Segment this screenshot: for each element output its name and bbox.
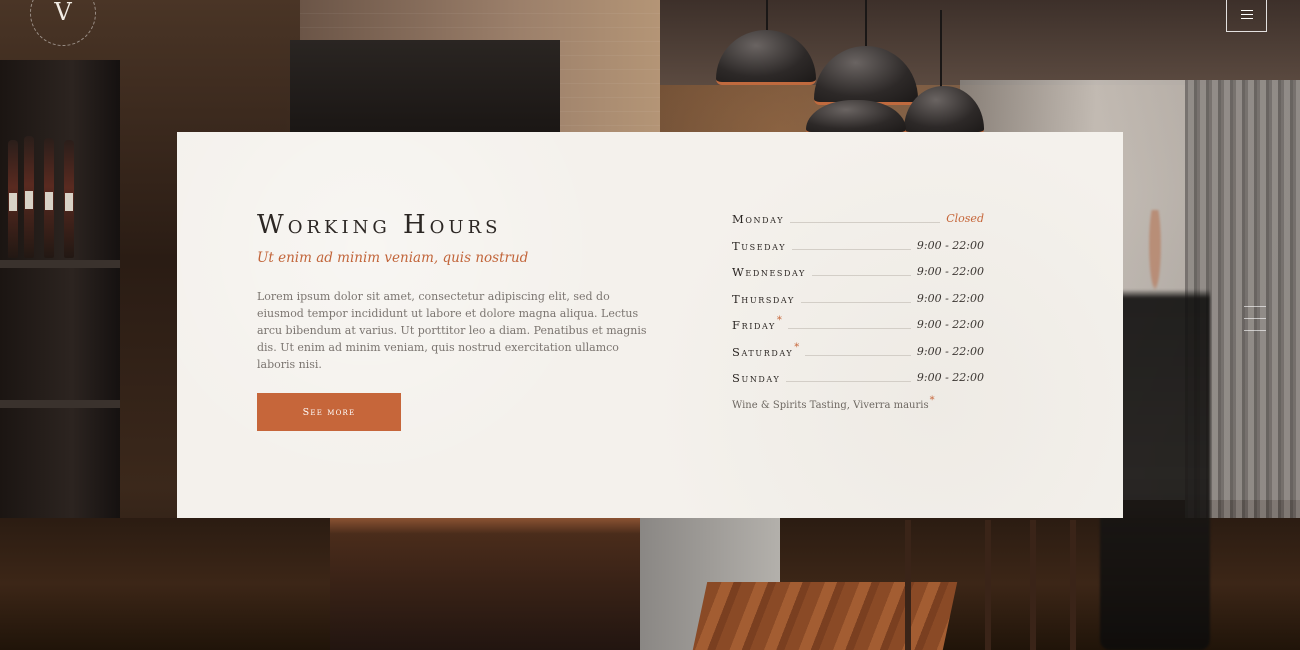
hours-row: Sunday 9:00 - 22:00 [732,371,984,398]
hours-row: Saturday* 9:00 - 22:00 [732,341,984,372]
time-value: 9:00 - 22:00 [916,318,984,331]
day-label: Friday* [732,315,788,332]
time-value: 9:00 - 22:00 [916,371,984,384]
slide-indicator[interactable] [1244,306,1266,342]
day-name: Thursday [732,291,795,306]
day-label: Tuseday [732,239,792,253]
day-name: Tuseday [732,238,787,253]
leader-line [790,222,941,223]
time-value: Closed [946,212,984,225]
time-value: 9:00 - 22:00 [916,238,984,252]
hours-row: Tuseday 9:00 - 22:00 [732,239,984,266]
mantel [290,40,560,135]
section-title: Working Hours [257,210,502,240]
section-description: Lorem ipsum dolor sit amet, consectetur … [257,290,647,371]
day-name: Monday [732,212,785,226]
hours-row: Monday Closed [732,212,984,239]
lamp-cord [940,10,942,90]
day-label: Thursday [732,292,801,306]
day-label: Monday [732,212,790,226]
working-hours-card: Working Hours Ut enim ad minim veniam, q… [177,132,1123,518]
day-name: Saturday [732,344,794,359]
day-label: Saturday* [732,341,805,359]
lamp-cord [865,0,867,48]
wooden-table [692,582,958,650]
hours-note-text: Wine & Spirits Tasting, Viverra mauris [732,400,929,411]
hours-row: Wednesday 9:00 - 22:00 [732,265,984,292]
leader-line [811,275,911,276]
day-name: Friday [732,318,776,332]
day-label: Wednesday [732,265,812,279]
note-star: * [929,395,935,406]
pendant-lamp [806,100,906,135]
hamburger-icon [1240,10,1253,19]
leader-line [800,301,911,303]
hours-row: Friday* 9:00 - 22:00 [732,315,984,345]
section-subtitle: Ut enim ad minim veniam, quis nostrud [257,250,529,266]
asterisk-icon: * [794,341,800,353]
hours-note: Wine & Spirits Tasting, Viverra mauris* [732,395,935,411]
menu-button[interactable] [1226,0,1267,32]
hours-row: Thursday 9:00 - 22:00 [732,292,984,319]
leader-line [792,248,911,250]
leader-line [787,328,911,329]
stool-leg [1070,520,1076,650]
time-value: 9:00 - 22:00 [916,344,984,358]
day-label: Sunday [732,371,786,385]
day-name: Wednesday [732,265,806,279]
day-name: Sunday [732,371,781,385]
asterisk-icon: * [776,315,782,326]
stool-leg [905,520,911,650]
logo-mark: V [54,0,72,26]
stool-leg [985,520,991,650]
see-more-button[interactable]: See more [257,393,401,431]
hours-list: Monday Closed Tuseday 9:00 - 22:00 Wednesday… [732,212,984,398]
leader-line [805,354,911,356]
lamp-cord [766,0,768,34]
time-value: 9:00 - 22:00 [916,265,984,278]
leader-line [786,381,911,382]
time-value: 9:00 - 22:00 [916,291,984,305]
stool-leg [1030,520,1036,650]
